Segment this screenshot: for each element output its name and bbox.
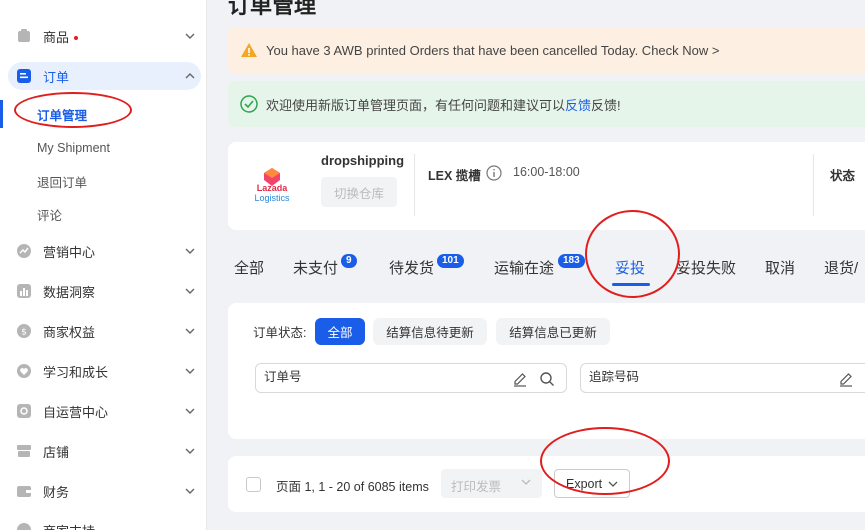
store-icon bbox=[17, 445, 31, 457]
status-label: 状态 bbox=[830, 169, 856, 183]
page-title: 订单管理 bbox=[228, 0, 317, 18]
export-button[interactable]: Export bbox=[554, 469, 630, 498]
sidebar-item-learning[interactable]: 学习和成长 bbox=[0, 353, 206, 389]
sidebar-subitem-order-management[interactable]: 订单管理 bbox=[0, 100, 206, 128]
divider bbox=[813, 154, 814, 216]
success-tail-text: 反馈! bbox=[591, 97, 621, 113]
sidebar-item-merchant-benefits[interactable]: $ 商家权益 bbox=[0, 313, 206, 349]
sidebar-item-label: 商家权益 bbox=[43, 324, 96, 340]
tab-to-ship[interactable]: 待发货 bbox=[389, 257, 434, 278]
svg-text:$: $ bbox=[21, 328, 27, 338]
tab-all[interactable]: 全部 bbox=[234, 257, 264, 278]
sidebar-subitem-label: 订单管理 bbox=[37, 108, 88, 123]
sidebar-item-finance[interactable]: 财务 bbox=[0, 473, 206, 509]
check-circle-icon bbox=[240, 95, 258, 113]
divider bbox=[414, 154, 415, 216]
export-label: Export bbox=[566, 477, 603, 491]
tab-delivered[interactable]: 妥投 bbox=[615, 257, 645, 278]
sidebar-item-support[interactable]: 商家支持 bbox=[0, 512, 206, 530]
status-chip-pending-settlement[interactable]: 结算信息待更新 bbox=[373, 318, 487, 345]
wallet-icon bbox=[17, 486, 31, 497]
sidebar-item-label: 财务 bbox=[43, 484, 70, 500]
coin-icon: $ bbox=[17, 324, 31, 338]
chart-icon bbox=[17, 284, 31, 298]
tab-cancelled[interactable]: 取消 bbox=[765, 257, 795, 278]
sidebar-subitem-reviews[interactable]: 评论 bbox=[0, 200, 206, 228]
status-chip-all[interactable]: 全部 bbox=[315, 318, 365, 345]
edit-icon[interactable] bbox=[838, 371, 854, 387]
success-text: 欢迎使用新版订单管理页面，有任何问题和建议可以 bbox=[266, 97, 566, 113]
tab-returns[interactable]: 退货/ bbox=[824, 257, 858, 278]
new-dot-badge bbox=[74, 36, 79, 41]
tab-in-transit[interactable]: 运输在途 bbox=[494, 257, 554, 278]
tracking-number-input[interactable] bbox=[589, 370, 789, 384]
sidebar-item-label: 店铺 bbox=[43, 444, 70, 460]
chevron-down-icon bbox=[608, 481, 618, 487]
sidebar: 商品 订单 订单管理 My Shipment 退回订单 评论 营销中心 数据洞察… bbox=[0, 0, 207, 530]
order-number-input[interactable] bbox=[264, 370, 464, 384]
sidebar-item-label: 营销中心 bbox=[43, 244, 96, 260]
warning-text[interactable]: You have 3 AWB printed Orders that have … bbox=[266, 43, 719, 58]
count-badge: 183 bbox=[558, 254, 585, 268]
order-icon bbox=[17, 69, 31, 83]
dropshipping-label: dropshipping bbox=[321, 153, 405, 168]
warning-icon bbox=[241, 43, 257, 57]
tab-delivery-failed[interactable]: 妥投失败 bbox=[676, 257, 736, 278]
sidebar-item-label: 学习和成长 bbox=[43, 364, 109, 380]
sidebar-item-label: 商品 bbox=[43, 29, 70, 45]
sidebar-subitem-label: My Shipment bbox=[37, 141, 110, 155]
sidebar-subitem-my-shipment[interactable]: My Shipment bbox=[0, 134, 206, 162]
settings-box-icon bbox=[17, 404, 31, 418]
success-banner: 欢迎使用新版订单管理页面，有任何问题和建议可以 反馈 反馈! bbox=[228, 81, 865, 127]
sidebar-subitem-label: 退回订单 bbox=[37, 175, 88, 190]
sidebar-item-label: 商家支持 bbox=[43, 521, 95, 530]
status-chip-settlement-updated[interactable]: 结算信息已更新 bbox=[496, 318, 610, 345]
heart-icon bbox=[17, 364, 31, 378]
switch-warehouse-button[interactable]: 切换仓库 bbox=[321, 177, 397, 207]
chevron-down-icon bbox=[185, 368, 195, 374]
lex-slot-label: LEX 揽槽 bbox=[428, 169, 481, 183]
sidebar-item-data-insights[interactable]: 数据洞察 bbox=[0, 273, 206, 309]
chevron-up-icon bbox=[185, 73, 195, 79]
chevron-down-icon bbox=[185, 488, 195, 494]
product-icon bbox=[18, 29, 30, 42]
sidebar-item-label: 数据洞察 bbox=[43, 284, 96, 300]
order-status-label: 订单状态: bbox=[253, 326, 307, 340]
chevron-down-icon bbox=[185, 448, 195, 454]
print-invoice-dropdown[interactable]: 打印发票 bbox=[441, 469, 542, 498]
sidebar-subitem-label: 评论 bbox=[37, 208, 63, 223]
chevron-down-icon bbox=[521, 479, 531, 485]
chevron-down-icon bbox=[185, 33, 195, 39]
sidebar-item-products[interactable]: 商品 bbox=[0, 18, 206, 54]
lex-time-value: 16:00-18:00 bbox=[513, 165, 580, 179]
search-icon[interactable] bbox=[539, 371, 555, 387]
logo-text: Lazada Logistics bbox=[254, 183, 290, 203]
sidebar-item-orders[interactable]: 订单 bbox=[0, 62, 206, 90]
pagination-text: 页面 1, 1 - 20 of 6085 items bbox=[276, 480, 429, 494]
active-tab-indicator bbox=[612, 283, 650, 286]
info-icon[interactable] bbox=[486, 165, 502, 181]
warning-banner[interactable]: You have 3 AWB printed Orders that have … bbox=[228, 27, 865, 73]
count-badge: 101 bbox=[437, 254, 464, 268]
chevron-down-icon bbox=[185, 288, 195, 294]
tracking-number-field bbox=[580, 363, 865, 393]
count-badge: 9 bbox=[341, 254, 357, 268]
print-invoice-label: 打印发票 bbox=[451, 480, 502, 494]
sidebar-item-marketing[interactable]: 营销中心 bbox=[0, 233, 206, 269]
feedback-link[interactable]: 反馈 bbox=[565, 95, 591, 114]
sidebar-subitem-returns[interactable]: 退回订单 bbox=[0, 167, 206, 195]
chevron-down-icon bbox=[185, 248, 195, 254]
marketing-icon bbox=[17, 244, 31, 258]
sidebar-item-store[interactable]: 店铺 bbox=[0, 433, 206, 469]
support-icon bbox=[17, 523, 31, 530]
chevron-down-icon bbox=[185, 328, 195, 334]
select-all-checkbox[interactable] bbox=[246, 477, 261, 492]
tab-unpaid[interactable]: 未支付 bbox=[293, 257, 338, 278]
order-number-field bbox=[255, 363, 567, 393]
sidebar-item-self-operation[interactable]: 自运营中心 bbox=[0, 393, 206, 429]
edit-icon[interactable] bbox=[512, 371, 528, 387]
sidebar-item-label: 自运营中心 bbox=[43, 404, 109, 420]
sidebar-item-label: 订单 bbox=[43, 69, 70, 85]
chevron-down-icon bbox=[185, 408, 195, 414]
